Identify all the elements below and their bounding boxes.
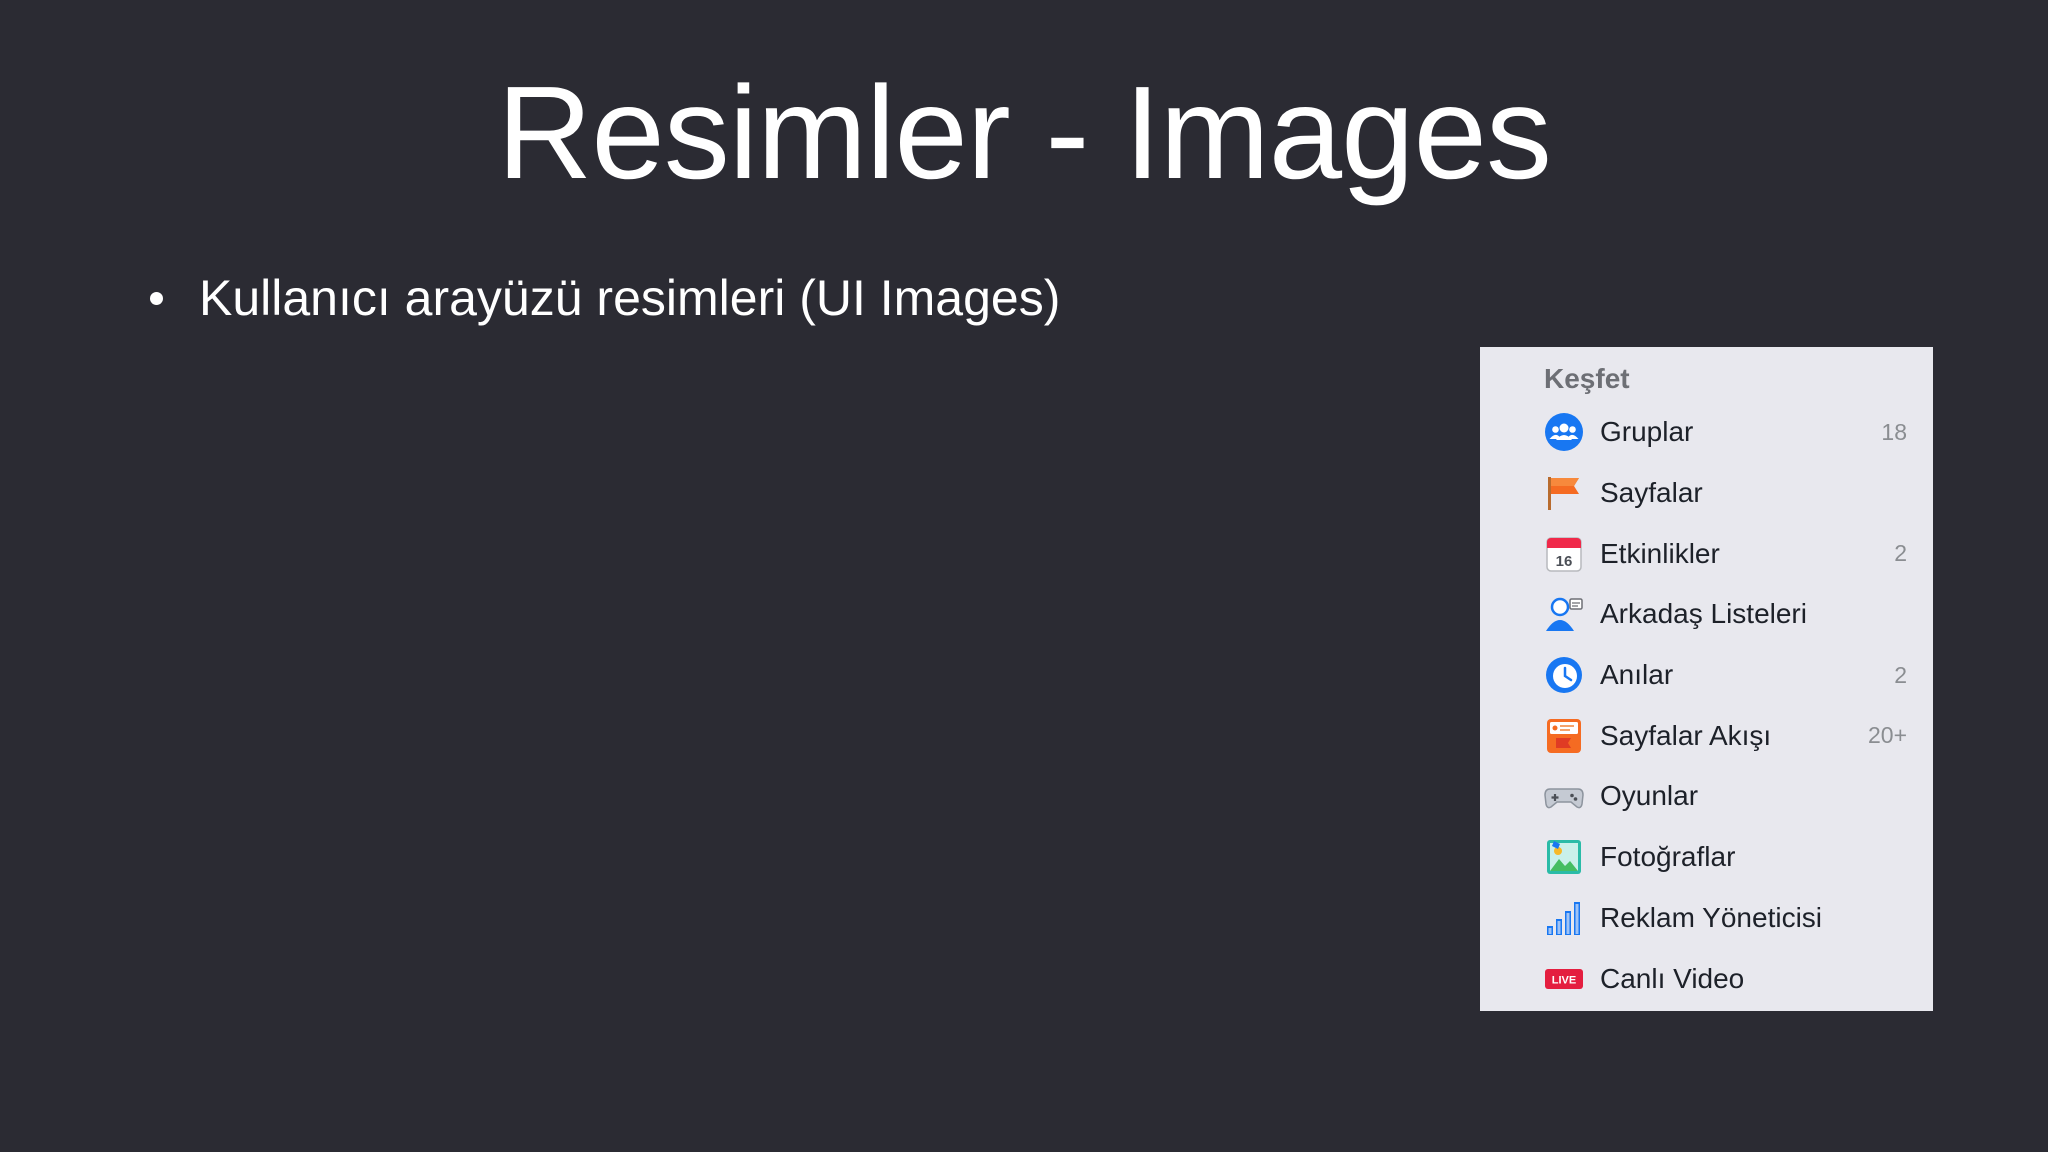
flag-icon: [1544, 473, 1584, 513]
menu-item-groups[interactable]: Gruplar 18: [1480, 402, 1933, 463]
count-badge: 2: [1894, 661, 1907, 688]
bullet-dot: [150, 291, 163, 305]
menu-item-events[interactable]: 16 Etkinlikler 2: [1480, 523, 1933, 584]
bullet-item: Kullanıcı arayüzü resimleri (UI Images): [146, 268, 1060, 328]
menu-item-label: Anılar: [1600, 659, 1674, 691]
menu-item-label: Fotoğraflar: [1600, 841, 1736, 873]
slide-title: Resimler - Images: [497, 59, 1552, 206]
menu-item-live-video[interactable]: LIVE Canlı Video: [1480, 948, 1933, 1009]
menu-item-label: Sayfalar Akışı: [1600, 719, 1772, 751]
bar-chart-icon: [1544, 898, 1584, 938]
count-badge: 18: [1881, 418, 1907, 445]
menu-item-label: Arkadaş Listeleri: [1600, 598, 1807, 630]
menu-item-pages-feed[interactable]: Sayfalar Akışı 20+: [1480, 705, 1933, 766]
friend-list-icon: [1544, 594, 1584, 634]
menu-item-label: Etkinlikler: [1600, 537, 1720, 569]
menu-item-label: Canlı Video: [1600, 962, 1745, 994]
menu-item-label: Sayfalar: [1600, 477, 1703, 509]
calendar-icon: 16: [1544, 534, 1584, 574]
menu-item-label: Gruplar: [1600, 416, 1694, 448]
live-icon-text: LIVE: [1552, 974, 1576, 986]
count-badge: 2: [1894, 540, 1907, 567]
menu-item-pages[interactable]: Sayfalar: [1480, 463, 1933, 524]
gamepad-icon: [1544, 776, 1584, 816]
count-badge: 20+: [1867, 722, 1907, 749]
calendar-icon-text: 16: [1556, 553, 1573, 570]
menu-item-label: Reklam Yöneticisi: [1600, 901, 1823, 933]
menu-item-label: Oyunlar: [1600, 780, 1699, 812]
live-video-icon: LIVE: [1544, 959, 1584, 999]
photos-icon: [1544, 837, 1584, 877]
menu-item-games[interactable]: Oyunlar: [1480, 766, 1933, 827]
bullet-text: Kullanıcı arayüzü resimleri (UI Images): [199, 270, 1061, 326]
panel-heading: Keşfet: [1544, 363, 1630, 394]
pages-feed-icon: [1544, 716, 1584, 756]
groups-icon: [1544, 412, 1584, 452]
menu-item-friend-lists[interactable]: Arkadaş Listeleri: [1480, 584, 1933, 645]
memories-clock-icon: [1544, 655, 1584, 695]
explore-panel: Keşfet Gruplar 18 Sayfalar 16 Etkinlikle…: [1480, 347, 1933, 1011]
menu-item-ads-manager[interactable]: Reklam Yöneticisi: [1480, 888, 1933, 949]
menu-item-memories[interactable]: Anılar 2: [1480, 645, 1933, 706]
menu-item-photos[interactable]: Fotoğraflar: [1480, 827, 1933, 888]
explore-menu: Gruplar 18 Sayfalar 16 Etkinlikler 2 Ark…: [1480, 402, 1933, 1009]
